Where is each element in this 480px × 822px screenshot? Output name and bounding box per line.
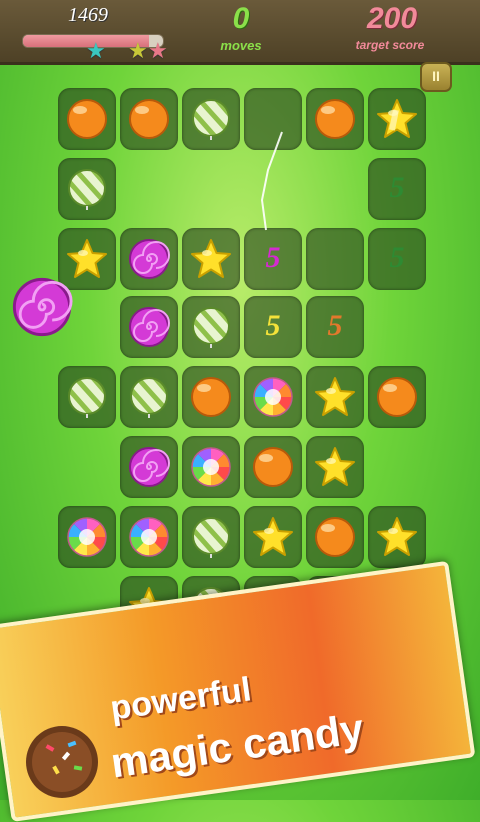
flying-purple-candy[interactable] [10, 275, 74, 339]
chocolate-sprinkle-candy-icon [26, 726, 98, 798]
